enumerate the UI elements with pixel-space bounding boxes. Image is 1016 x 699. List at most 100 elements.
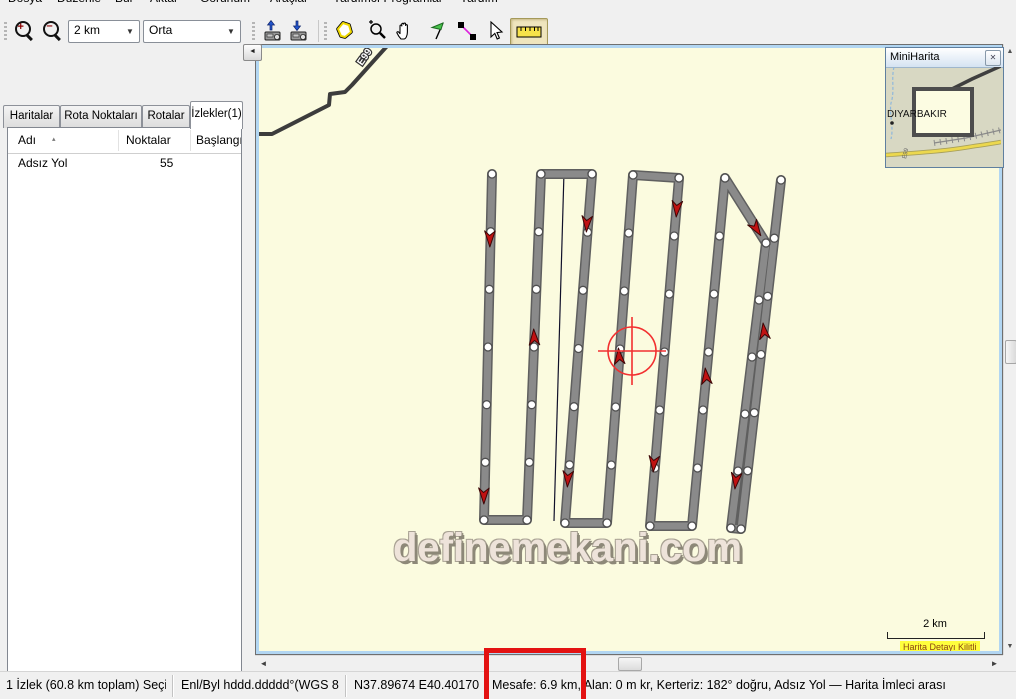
menu-duzenle[interactable]: Düzenle <box>57 0 101 5</box>
status-separator <box>345 675 346 697</box>
menu-dosya[interactable]: Dosya <box>8 0 42 5</box>
watermark: definemekani.com <box>393 526 742 571</box>
track-points-cell: 55 <box>160 156 173 170</box>
menu-yardim[interactable]: Yardım <box>460 0 498 5</box>
sidebar-collapse-button[interactable]: ◄ <box>243 44 262 61</box>
flag-icon <box>428 20 450 42</box>
toolbar-grip[interactable] <box>252 22 255 40</box>
column-header-baslangic[interactable]: Başlangıç <box>196 133 242 147</box>
track-point-dot <box>629 171 637 179</box>
track-point-dot <box>481 458 489 466</box>
menu-aktar[interactable]: Aktar <box>150 0 178 5</box>
track-point-dot <box>588 170 596 178</box>
track-point-dot <box>721 174 729 182</box>
receive-from-device-button[interactable] <box>286 18 312 44</box>
cursor-arrow-icon <box>484 20 506 42</box>
track-point-dot <box>770 234 778 242</box>
table-header: Adı ▴ Noktalar Başlangıç <box>8 128 241 154</box>
receive-from-device-icon <box>288 20 310 42</box>
tab-rotalar[interactable]: Rotalar <box>142 105 190 128</box>
track-point-dot <box>694 464 702 472</box>
track-point-dot <box>764 292 772 300</box>
track-name-cell[interactable]: Adsız Yol <box>18 156 67 170</box>
zoom-in-button[interactable]: + <box>12 18 38 44</box>
selection-arrow-tool-button[interactable] <box>482 18 508 44</box>
city-dot <box>890 121 894 125</box>
toolbar-grip[interactable] <box>324 22 327 40</box>
minimap-close-icon[interactable]: ✕ <box>985 50 1001 66</box>
column-header-adi[interactable]: Adı <box>18 133 36 147</box>
minimap-map[interactable]: DIYARBAKIR E99 <box>886 67 1001 165</box>
track-point-dot <box>741 410 749 418</box>
column-header-noktalar[interactable]: Noktalar <box>126 133 171 147</box>
measure-line <box>554 172 564 521</box>
map-horizontal-scrollbar[interactable]: ◄ ► <box>255 655 1003 672</box>
track-point-dot <box>620 287 628 295</box>
map-detail-value: Orta <box>149 23 172 37</box>
track-point-dot <box>480 516 488 524</box>
minimap-road-label: E99 <box>902 147 910 159</box>
tab-izlekler[interactable]: İzlekler(1) <box>190 101 243 129</box>
status-coordinates: N37.89674 E40.40170 <box>354 672 479 699</box>
ruler-icon <box>516 23 542 41</box>
scroll-left-arrow-icon[interactable]: ◄ <box>257 657 270 670</box>
scroll-up-arrow-icon[interactable]: ▲ <box>1004 45 1016 58</box>
menu-yardimci-programlar[interactable]: Yardımcı Programlar <box>333 0 443 5</box>
scrollbar-thumb[interactable] <box>1005 340 1016 364</box>
map-cursor-crosshair <box>598 317 666 385</box>
table-row[interactable]: Adsız Yol 55 <box>8 154 241 173</box>
zoom-tool-icon <box>366 20 388 42</box>
menu-gorunum[interactable]: Görünüm <box>200 0 250 5</box>
track-point-dot <box>607 461 615 469</box>
waypoint-flag-tool-button[interactable] <box>426 18 452 44</box>
track-point-dot <box>612 403 620 411</box>
pan-hand-tool-button[interactable] <box>392 18 418 44</box>
map-select-tool-button[interactable] <box>332 18 358 44</box>
status-position-format: Enl/Byl hddd.ddddd°(WGS 84) <box>181 672 339 699</box>
column-divider[interactable] <box>190 130 191 151</box>
tab-haritalar[interactable]: Haritalar <box>3 105 60 128</box>
toolbar-grip[interactable] <box>4 22 7 40</box>
zoom-out-button[interactable]: – <box>40 18 66 44</box>
scroll-right-arrow-icon[interactable]: ► <box>988 657 1001 670</box>
tab-rota-noktalari[interactable]: Rota Noktaları <box>60 105 142 128</box>
menu-araclar[interactable]: Araçlar <box>270 0 308 5</box>
track-point-dot <box>579 286 587 294</box>
dropdown-arrow-icon[interactable]: ▼ <box>223 22 239 41</box>
track-point-dot <box>777 176 785 184</box>
map-view[interactable]: E99 definemekani.com 2 km Harita Detayı … <box>255 44 1003 655</box>
river-line <box>891 67 894 139</box>
column-divider[interactable] <box>118 130 119 151</box>
scroll-down-arrow-icon[interactable]: ▼ <box>1004 640 1016 653</box>
map-vertical-scrollbar[interactable]: ▲ ▼ <box>1003 44 1016 655</box>
track-point-dot <box>661 348 669 356</box>
track-point-dot <box>537 170 545 178</box>
scrollbar-thumb[interactable] <box>618 657 642 671</box>
track-point-dot <box>566 461 574 469</box>
track-point-dot <box>762 239 770 247</box>
toolbar-separator <box>318 20 319 42</box>
track-point-dot <box>570 403 578 411</box>
minimap-panel[interactable]: MiniHarita ✕ DIYARBAKIR E99 <box>885 47 1004 168</box>
track-point-dot <box>710 290 718 298</box>
track-point-dot <box>530 343 538 351</box>
zoom-tool-button[interactable] <box>364 18 390 44</box>
distance-bearing-tool-button[interactable] <box>510 18 548 46</box>
track-point-dot <box>716 232 724 240</box>
zoom-in-icon: + <box>14 20 36 42</box>
map-scale-combobox[interactable]: 2 km ▼ <box>68 20 140 43</box>
track-point-dot <box>675 174 683 182</box>
track-point-dot <box>705 348 713 356</box>
map-scale-value: 2 km <box>74 23 100 37</box>
status-separator <box>172 675 173 697</box>
track-point-dot <box>699 406 707 414</box>
route-tool-button[interactable] <box>454 18 480 44</box>
status-selection: 1 İzlek (60.8 km toplam) Seçildi <box>6 672 166 699</box>
dropdown-arrow-icon[interactable]: ▼ <box>122 22 138 41</box>
track-point-dot <box>625 229 633 237</box>
map-detail-combobox[interactable]: Orta ▼ <box>143 20 241 43</box>
menu-bul[interactable]: Bul <box>115 0 132 5</box>
map-polygon-icon <box>334 20 356 42</box>
send-to-device-button[interactable] <box>260 18 286 44</box>
track-point-dot <box>750 409 758 417</box>
